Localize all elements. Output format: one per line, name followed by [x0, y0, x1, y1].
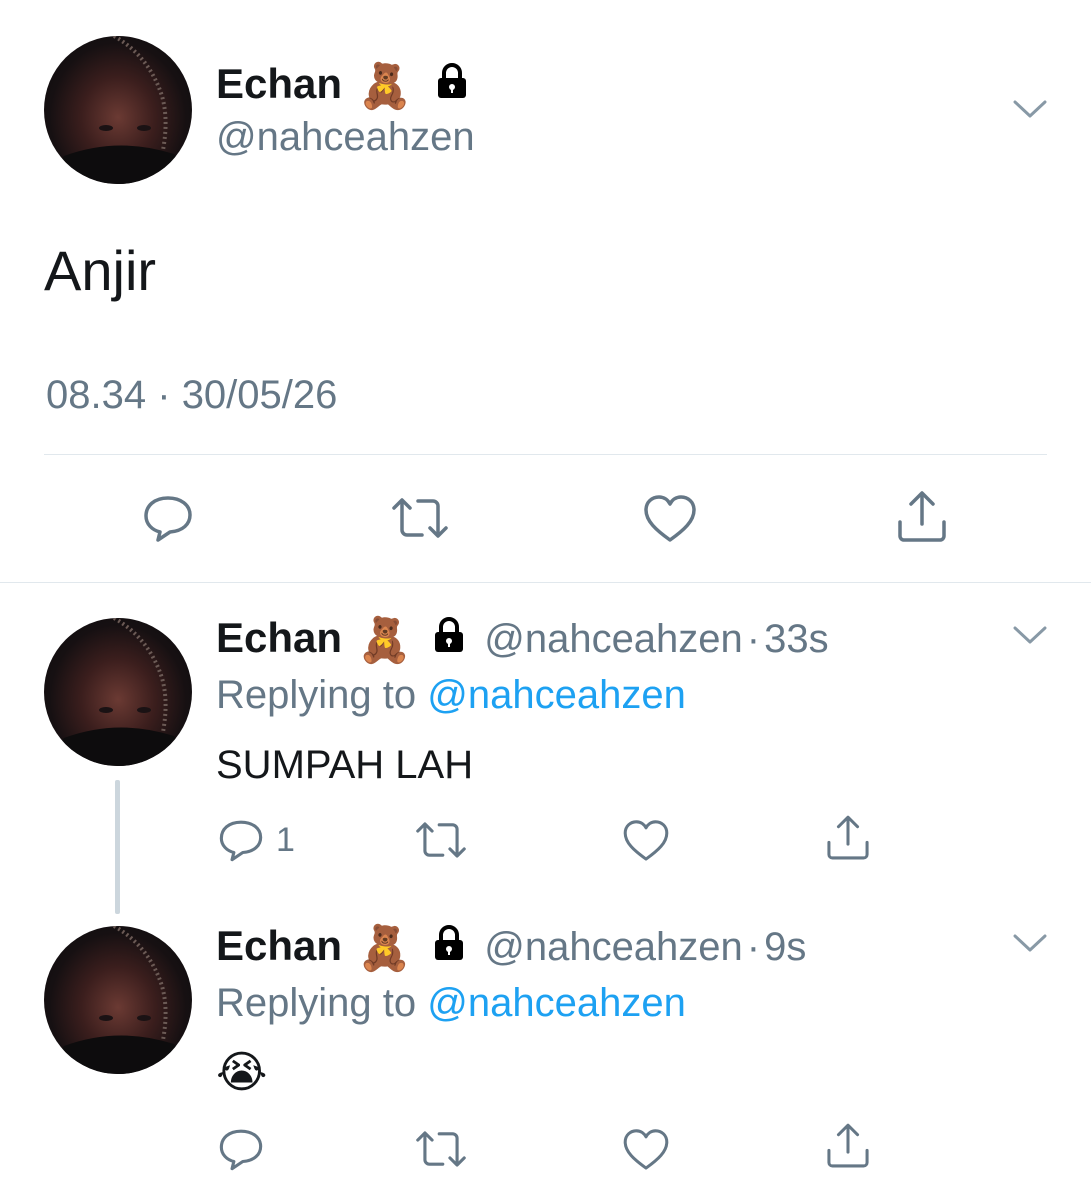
- avatar[interactable]: [44, 926, 192, 1074]
- author-handle[interactable]: @nahceahzen: [484, 617, 743, 661]
- tweet-text: SUMPAH LAH: [216, 743, 474, 787]
- handle-separator: ·: [746, 925, 761, 969]
- chevron-down-icon[interactable]: [1010, 96, 1050, 129]
- teddy-bear-emoji: 🧸: [357, 616, 412, 666]
- teddy-bear-emoji: 🧸: [357, 924, 412, 974]
- retweet-button[interactable]: [388, 490, 452, 546]
- reply-icon: [144, 496, 192, 542]
- lock-icon: [432, 61, 472, 113]
- share-icon: [827, 1123, 869, 1168]
- share-button[interactable]: [822, 812, 874, 864]
- reply-button[interactable]: [216, 815, 266, 865]
- replying-to-link[interactable]: @nahceahzen: [427, 673, 686, 717]
- thread-connector: [115, 780, 120, 914]
- tweet-text: 😭: [216, 1048, 268, 1097]
- like-icon: [623, 820, 669, 861]
- like-icon: [623, 1129, 669, 1170]
- share-icon: [827, 815, 869, 860]
- like-icon: [644, 495, 696, 542]
- like-button[interactable]: [620, 1124, 672, 1174]
- share-button[interactable]: [822, 1120, 874, 1172]
- like-button[interactable]: [640, 490, 700, 546]
- teddy-bear-emoji: 🧸: [357, 61, 413, 111]
- author-name[interactable]: Echan: [216, 922, 342, 969]
- replying-to-link[interactable]: @nahceahzen: [427, 981, 686, 1025]
- tweet-age: 9s: [764, 925, 807, 969]
- retweet-icon: [416, 1131, 466, 1167]
- retweet-button[interactable]: [412, 815, 470, 865]
- author-name[interactable]: Echan: [216, 614, 342, 661]
- replying-prefix: Replying to: [216, 981, 417, 1025]
- reply-count: 1: [276, 821, 295, 859]
- author-handle[interactable]: @nahceahzen: [216, 112, 475, 162]
- replying-prefix: Replying to: [216, 673, 417, 717]
- chevron-down-icon[interactable]: [1010, 622, 1050, 655]
- tweet-text: Anjir: [44, 239, 157, 302]
- reply-icon: [219, 820, 263, 862]
- retweet-icon: [392, 498, 448, 538]
- retweet-button[interactable]: [412, 1124, 470, 1174]
- tweet-date: 30/05/26: [181, 373, 338, 417]
- share-icon: [898, 491, 946, 542]
- tweet-time: 08.34: [46, 373, 147, 417]
- retweet-icon: [416, 822, 466, 858]
- timestamp-separator: ·: [157, 373, 171, 417]
- reply-button[interactable]: [216, 1124, 266, 1174]
- tweet-timestamp[interactable]: 08.34 · 30/05/26: [46, 370, 337, 420]
- like-button[interactable]: [620, 815, 672, 865]
- reply-button[interactable]: [140, 490, 196, 546]
- author-handle[interactable]: @nahceahzen: [484, 925, 743, 969]
- avatar[interactable]: [44, 36, 192, 184]
- avatar[interactable]: [44, 618, 192, 766]
- chevron-down-icon[interactable]: [1010, 930, 1050, 963]
- lock-icon: [429, 615, 469, 668]
- lock-icon: [429, 923, 469, 976]
- tweet-age: 33s: [764, 617, 829, 661]
- share-button[interactable]: [892, 488, 952, 546]
- handle-separator: ·: [746, 617, 761, 661]
- reply-icon: [219, 1129, 263, 1171]
- author-name[interactable]: Echan: [216, 60, 342, 107]
- section-divider: [0, 582, 1091, 583]
- divider: [44, 454, 1047, 455]
